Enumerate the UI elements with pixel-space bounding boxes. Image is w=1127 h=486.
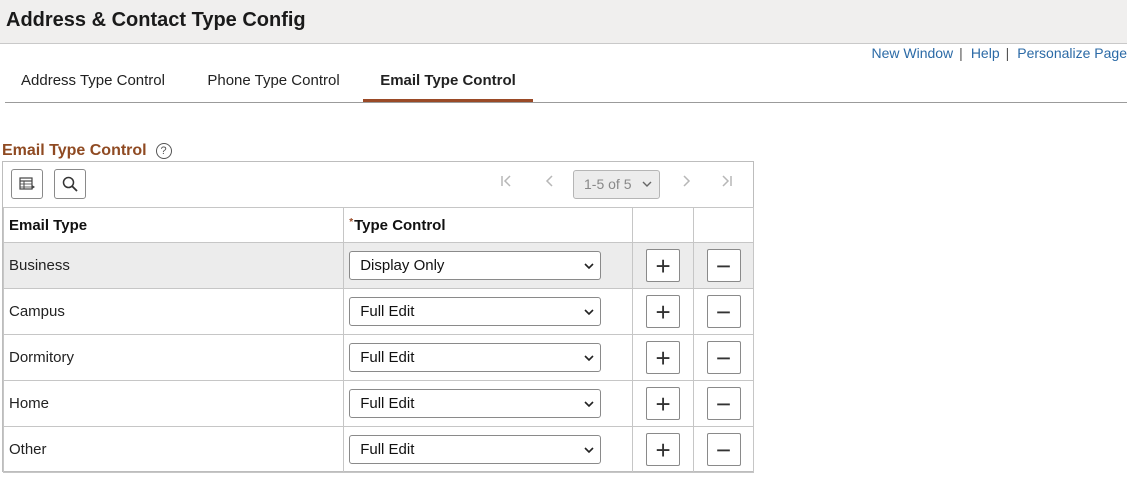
first-page-icon[interactable] (500, 174, 514, 193)
delete-row-button[interactable]: − (706, 387, 741, 420)
section-heading: Email Type Control ? (2, 142, 172, 160)
next-page-icon[interactable] (679, 174, 693, 193)
email-type-table: Email Type *Type Control Business Displa… (2, 207, 754, 473)
link-separator: | (1005, 45, 1010, 61)
select-value: Full Edit (360, 395, 415, 412)
tab-label: Phone Type Control (207, 72, 340, 89)
delete-row-button[interactable]: − (706, 341, 741, 374)
email-type-cell: Business (2, 242, 345, 289)
table-row: Dormitory Full Edit + − (2, 334, 754, 381)
add-cell: + (632, 426, 695, 473)
page-range-select[interactable]: 1-5 of 5 (573, 170, 660, 199)
add-row-button[interactable]: + (646, 249, 681, 282)
type-control-select[interactable]: Full Edit (349, 389, 602, 418)
link-separator: | (959, 45, 963, 61)
table-row: Campus Full Edit + − (2, 288, 754, 335)
type-control-select[interactable]: Full Edit (349, 297, 602, 326)
column-header-label: Type Control (354, 216, 446, 234)
add-row-button[interactable]: + (646, 433, 681, 466)
search-icon (62, 176, 78, 192)
type-control-cell: Display Only (343, 242, 634, 289)
email-type-cell: Campus (2, 288, 345, 335)
select-value: Full Edit (360, 303, 415, 320)
add-cell: + (632, 288, 695, 335)
table-header-row: Email Type *Type Control (2, 207, 754, 243)
tab-email-type-control[interactable]: Email Type Control (363, 62, 533, 102)
add-cell: + (632, 242, 695, 289)
section-title: Email Type Control (2, 142, 147, 159)
page-title: Address & Contact Type Config (6, 9, 306, 31)
table-row: Home Full Edit + − (2, 380, 754, 427)
tab-label: Address Type Control (21, 72, 165, 89)
top-links: New Window | Help | Personalize Page (871, 45, 1127, 61)
tab-address-type-control[interactable]: Address Type Control (13, 62, 173, 100)
delete-cell: − (693, 334, 754, 381)
chevron-down-icon (584, 344, 594, 380)
tab-bar: Address Type Control Phone Type Control … (5, 62, 1127, 103)
type-control-cell: Full Edit (343, 426, 634, 473)
column-header-delete (693, 207, 754, 243)
last-page-icon[interactable] (719, 174, 733, 193)
column-header-email-type: Email Type (2, 207, 345, 243)
page-header: Address & Contact Type Config (0, 0, 1127, 44)
grid-view-icon (19, 177, 35, 190)
delete-cell: − (693, 242, 754, 289)
email-type-cell: Other (2, 426, 345, 473)
page-range: 1-5 of 5 (584, 176, 632, 192)
grid-search-button[interactable] (54, 169, 86, 199)
chevron-down-icon (584, 390, 594, 426)
type-control-cell: Full Edit (343, 288, 634, 335)
email-type-cell: Dormitory (2, 334, 345, 381)
type-control-cell: Full Edit (343, 334, 634, 381)
tab-label: Email Type Control (380, 72, 516, 89)
column-header-add (632, 207, 695, 243)
delete-cell: − (693, 288, 754, 335)
delete-row-button[interactable]: − (706, 249, 741, 282)
add-row-button[interactable]: + (646, 341, 681, 374)
add-cell: + (632, 380, 695, 427)
delete-cell: − (693, 380, 754, 427)
select-value: Display Only (360, 257, 445, 274)
tab-phone-type-control[interactable]: Phone Type Control (201, 62, 346, 100)
select-value: Full Edit (360, 441, 415, 458)
personalize-page-link[interactable]: Personalize Page (1017, 45, 1127, 61)
chevron-down-icon (584, 252, 594, 288)
type-control-cell: Full Edit (343, 380, 634, 427)
column-header-type-control: *Type Control (343, 207, 634, 243)
table-row: Other Full Edit + − (2, 426, 754, 473)
email-type-grid: 1-5 of 5 Email Type *Type Control Busine… (2, 161, 754, 473)
type-control-select[interactable]: Display Only (349, 251, 602, 280)
grid-actions-button[interactable] (11, 169, 43, 199)
select-value: Full Edit (360, 349, 415, 366)
table-row: Business Display Only + − (2, 242, 754, 289)
add-row-button[interactable]: + (646, 387, 681, 420)
delete-row-button[interactable]: − (706, 433, 741, 466)
type-control-select[interactable]: Full Edit (349, 435, 602, 464)
help-link[interactable]: Help (971, 45, 1000, 61)
previous-page-icon[interactable] (543, 174, 557, 193)
delete-cell: − (693, 426, 754, 473)
grid-toolbar: 1-5 of 5 (3, 162, 753, 207)
new-window-link[interactable]: New Window (871, 45, 953, 61)
required-indicator: * (349, 216, 354, 228)
chevron-down-icon (584, 436, 594, 472)
add-row-button[interactable]: + (646, 295, 681, 328)
chevron-down-icon (642, 171, 652, 208)
email-type-cell: Home (2, 380, 345, 427)
type-control-select[interactable]: Full Edit (349, 343, 602, 372)
add-cell: + (632, 334, 695, 381)
help-icon[interactable]: ? (155, 143, 172, 159)
delete-row-button[interactable]: − (706, 295, 741, 328)
chevron-down-icon (584, 298, 594, 334)
